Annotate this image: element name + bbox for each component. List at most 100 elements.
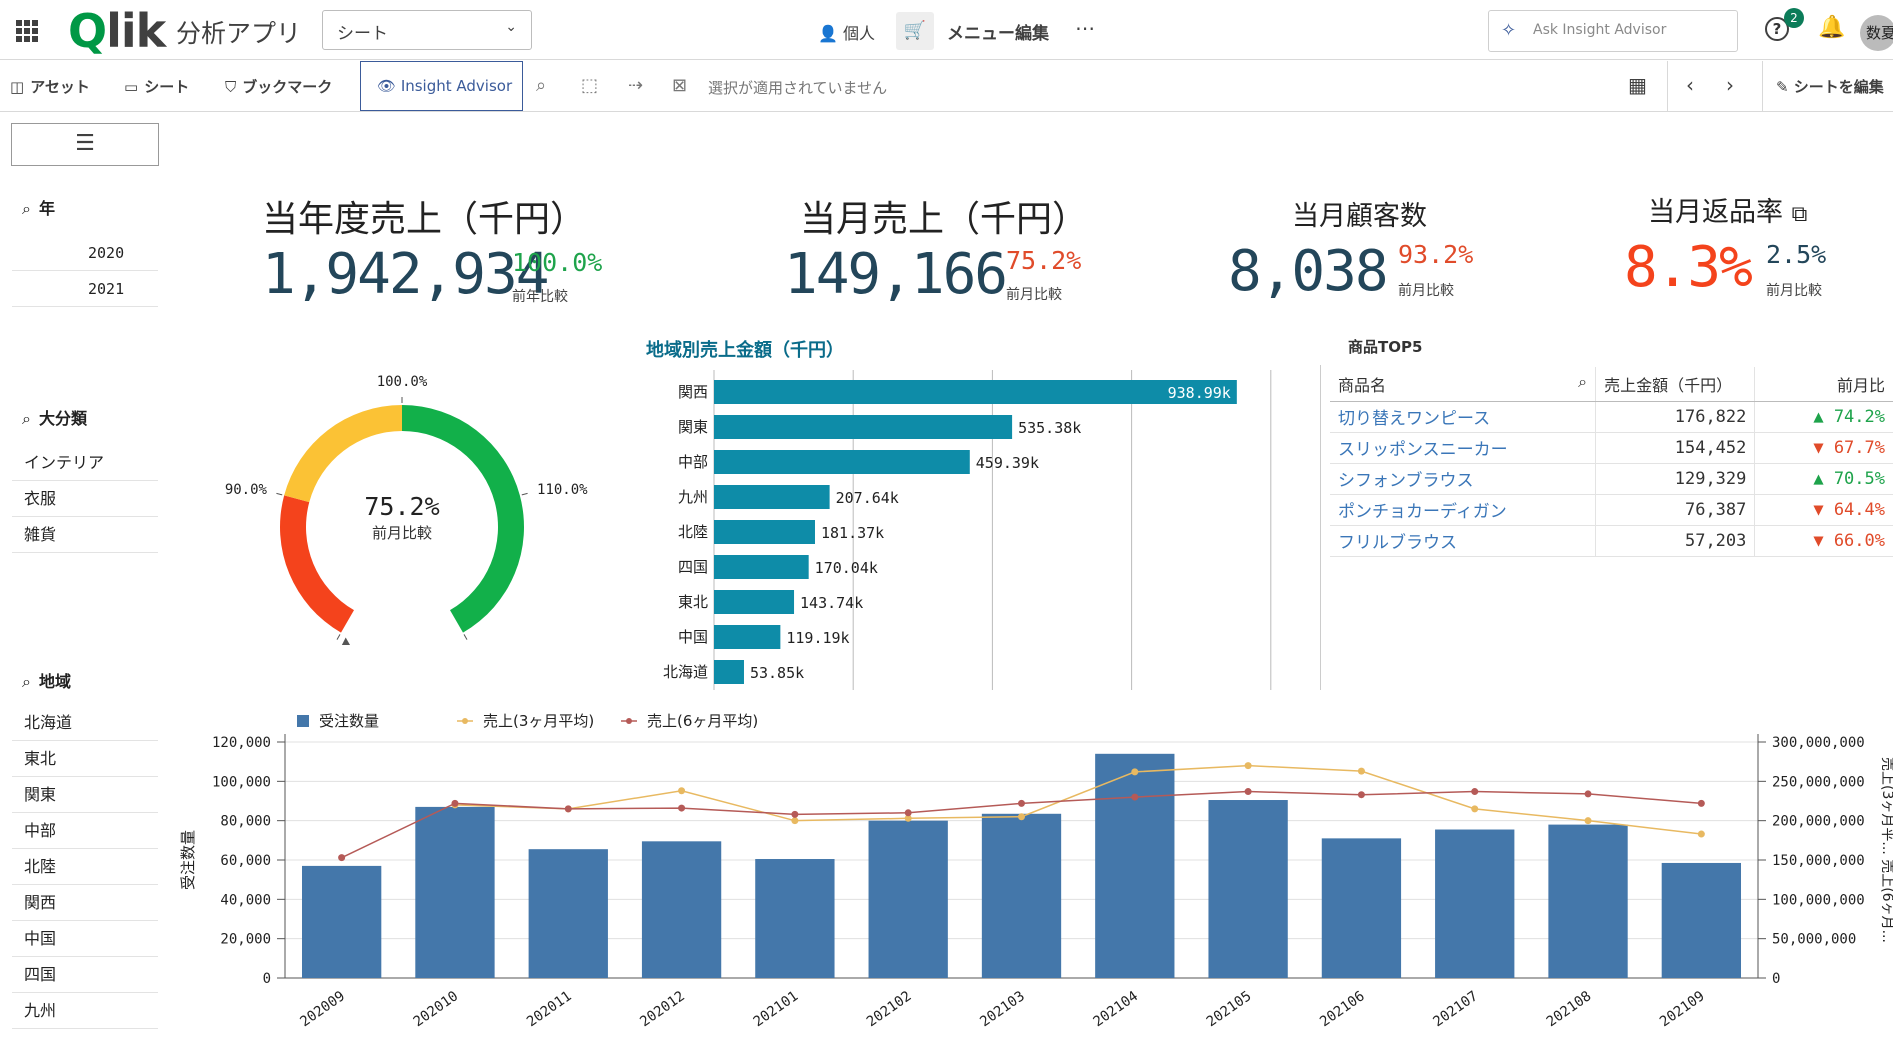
cart-icon[interactable]: 🛒: [896, 12, 934, 50]
line-point[interactable]: [678, 787, 686, 795]
search-icon[interactable]: ⌕: [1578, 372, 1587, 392]
region-bar[interactable]: [714, 660, 744, 684]
line-point[interactable]: [904, 809, 912, 817]
list-item[interactable]: 2020: [12, 235, 158, 271]
hamburger-menu-icon[interactable]: ☰: [11, 123, 159, 166]
menu-edit-button[interactable]: メニュー編集: [947, 19, 1049, 44]
sheet-dropdown[interactable]: シート ⌄: [322, 10, 532, 50]
line-point[interactable]: [1131, 793, 1139, 801]
list-item[interactable]: 雑貨: [12, 517, 158, 553]
order-bar[interactable]: [1435, 829, 1515, 978]
gauge-chart[interactable]: 80.0%90.0%100.0%110.0%120.0% 75.2% 前月比較: [205, 345, 605, 645]
avatar[interactable]: 数夏: [1860, 15, 1893, 51]
filter-title-category[interactable]: ⌕ 大分類: [22, 405, 87, 429]
line-point[interactable]: [1131, 768, 1139, 776]
region-bar[interactable]: [714, 415, 1013, 439]
line-point[interactable]: [1584, 790, 1592, 798]
line-point[interactable]: [1357, 767, 1365, 775]
insight-advisor-button[interactable]: 👁 Insight Advisor: [360, 61, 523, 111]
line-point[interactable]: [1584, 817, 1592, 825]
grid-view-icon[interactable]: ▦: [1628, 73, 1647, 97]
personal-button[interactable]: 👤 個人: [818, 20, 875, 44]
kpi-return-rate[interactable]: 当月返品率 ⧉ 8.3% 2.5% 前月比較: [1624, 186, 1884, 300]
line-point[interactable]: [338, 854, 346, 862]
list-item[interactable]: 北海道: [12, 705, 158, 741]
line-point[interactable]: [1018, 799, 1025, 807]
legend-label[interactable]: 受注数量: [319, 712, 379, 730]
region-bar[interactable]: [714, 625, 781, 649]
table-row[interactable]: フリルブラウス 57,203 ▼ 66.0%: [1330, 525, 1893, 557]
product-name-cell[interactable]: 切り替えワンピース: [1330, 401, 1596, 433]
region-bar[interactable]: [714, 590, 795, 614]
select-region-icon[interactable]: ⬚: [581, 75, 598, 96]
sales-combo-chart[interactable]: 受注数量 売上(3ヶ月平均) 売上(6ヶ月平均) 0 20,000 40,000 60,00…: [165, 700, 1893, 1044]
list-item[interactable]: 中部: [12, 813, 158, 849]
column-header-change[interactable]: 前月比: [1754, 367, 1893, 402]
order-bar[interactable]: [1548, 824, 1628, 978]
list-item[interactable]: 中国: [12, 921, 158, 957]
kpi-monthly-sales[interactable]: 当月売上（千円） 149,166 75.2% 前月比較: [784, 190, 1124, 307]
filter-title-region[interactable]: ⌕ 地域: [22, 668, 71, 692]
region-bar[interactable]: [714, 520, 815, 544]
list-item[interactable]: 九州: [12, 993, 158, 1029]
line-point[interactable]: [791, 810, 799, 818]
order-bar[interactable]: [868, 820, 948, 978]
order-bar[interactable]: [1321, 838, 1402, 978]
step-forward-icon[interactable]: ⇢: [628, 75, 643, 96]
expand-icon[interactable]: ⧉: [1792, 202, 1808, 227]
region-bar[interactable]: [714, 380, 1237, 404]
line-point[interactable]: [1018, 813, 1025, 821]
product-name-cell[interactable]: ポンチョカーディガン: [1330, 494, 1596, 526]
list-item[interactable]: 東北: [12, 741, 158, 777]
table-row[interactable]: 切り替えワンピース 176,822 ▲ 74.2%: [1330, 401, 1893, 433]
legend-label[interactable]: 売上(6ヶ月平均): [647, 712, 758, 730]
order-bar[interactable]: [981, 813, 1062, 978]
line-point[interactable]: [1244, 762, 1252, 770]
line-point[interactable]: [1471, 805, 1479, 813]
clear-selection-icon[interactable]: ⊠: [672, 75, 687, 96]
order-bar[interactable]: [1208, 800, 1288, 978]
region-bar[interactable]: [714, 555, 809, 579]
line-point[interactable]: [1471, 788, 1479, 796]
sheet-button[interactable]: ▭ シート: [124, 76, 189, 97]
table-row[interactable]: シフォンブラウス 129,329 ▲ 70.5%: [1330, 463, 1893, 495]
filter-title-year[interactable]: ⌕ 年: [22, 195, 55, 219]
region-bar[interactable]: [714, 485, 830, 509]
kpi-annual-sales[interactable]: 当年度売上（千円） 1,942,934 100.0% 前年比較: [262, 190, 642, 307]
order-bar[interactable]: [1661, 862, 1742, 978]
search-selection-icon[interactable]: ⌕: [536, 75, 546, 96]
next-sheet-icon[interactable]: ›: [1726, 73, 1734, 97]
region-bar-chart[interactable]: 関西 938.99k 関東 535.38k 中部 459.39k 九州 207.64k 北陸 18…: [640, 370, 1300, 690]
product-name-cell[interactable]: スリッポンスニーカー: [1330, 432, 1596, 464]
bell-icon[interactable]: 🔔: [1818, 15, 1845, 40]
product-name-cell[interactable]: フリルブラウス: [1330, 525, 1596, 557]
line-point[interactable]: [1697, 799, 1705, 807]
list-item[interactable]: 関西: [12, 885, 158, 921]
bookmark-button[interactable]: ⛉ ブックマーク: [225, 76, 332, 97]
line-point[interactable]: [1244, 788, 1252, 796]
order-bar[interactable]: [1095, 753, 1175, 978]
list-item[interactable]: インテリア: [12, 445, 158, 481]
order-bar[interactable]: [641, 841, 722, 978]
region-bar[interactable]: [714, 450, 970, 474]
list-item[interactable]: 四国: [12, 957, 158, 993]
ask-insight-advisor-input[interactable]: ✧ Ask Insight Advisor: [1488, 10, 1738, 52]
list-item[interactable]: 2021: [12, 271, 158, 307]
line-point[interactable]: [678, 804, 686, 812]
line-point[interactable]: [1357, 791, 1365, 799]
line-point[interactable]: [451, 799, 459, 807]
kpi-monthly-customers[interactable]: 当月顧客数 8,038 93.2% 前月比較: [1228, 190, 1528, 304]
edit-sheet-button[interactable]: ✎ シートを編集: [1776, 76, 1884, 97]
line-point[interactable]: [1697, 830, 1705, 838]
product-name-cell[interactable]: シフォンブラウス: [1330, 463, 1596, 495]
line-point[interactable]: [564, 805, 572, 813]
table-row[interactable]: スリッポンスニーカー 154,452 ▼ 67.7%: [1330, 432, 1893, 464]
table-row[interactable]: ポンチョカーディガン 76,387 ▼ 64.4%: [1330, 494, 1893, 526]
column-header-sales[interactable]: 売上金額（千円）: [1595, 367, 1755, 402]
legend-label[interactable]: 売上(3ヶ月平均): [483, 712, 594, 730]
app-grid-icon[interactable]: [16, 20, 38, 42]
more-options-icon[interactable]: ⋯: [1075, 16, 1095, 40]
order-bar[interactable]: [528, 849, 608, 978]
line-point[interactable]: [791, 817, 799, 825]
order-bar[interactable]: [415, 806, 495, 978]
